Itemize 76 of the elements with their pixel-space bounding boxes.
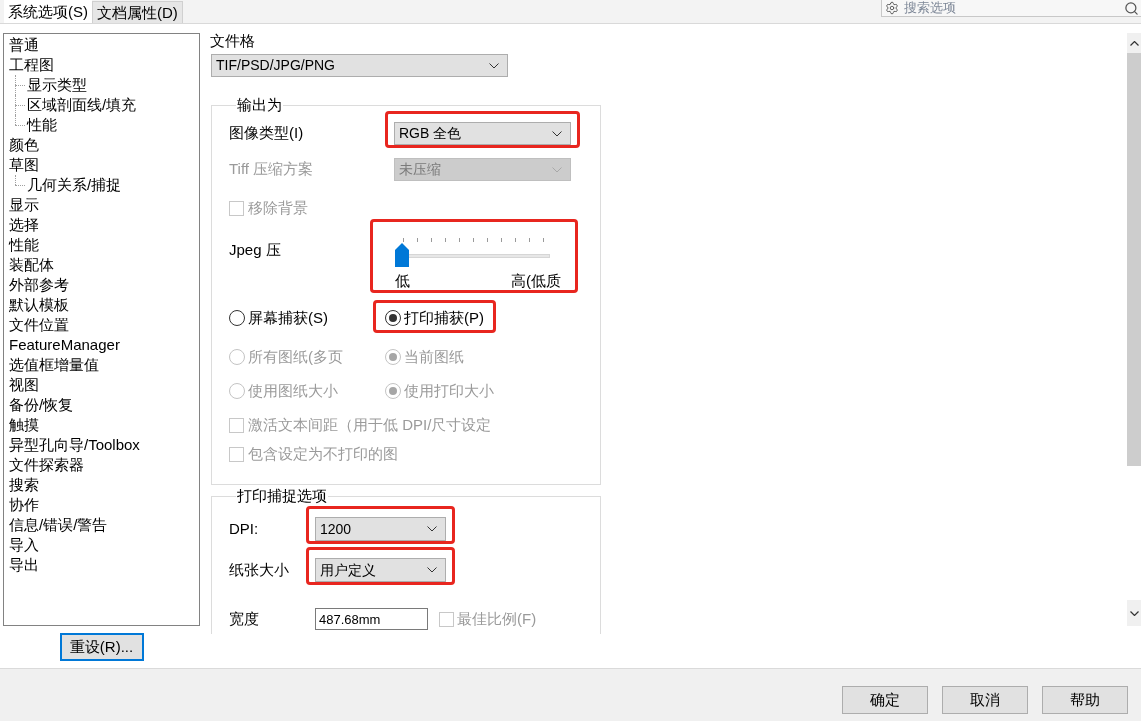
chevron-down-icon — [552, 130, 562, 137]
search-field[interactable]: 搜索选项 — [881, 0, 1141, 17]
chevron-down-icon — [489, 62, 499, 69]
tree-item[interactable]: 选择 — [9, 215, 39, 235]
tree-item[interactable]: 显示 — [9, 195, 39, 215]
radio-button[interactable] — [229, 310, 245, 326]
scrollbar-thumb[interactable] — [1127, 53, 1141, 466]
field-label: Jpeg 压 — [229, 241, 282, 258]
slider-max-label: 高(低质 — [511, 272, 561, 289]
radio-label: 使用打印大小 — [404, 380, 494, 401]
slider-track[interactable] — [395, 243, 550, 267]
width-input-field[interactable]: 487.68mm — [315, 608, 428, 631]
checkbox-label: 包含设定为不打印的图 — [248, 443, 398, 464]
tree-item[interactable]: 颜色 — [9, 135, 39, 155]
tree-item[interactable]: 外部参考 — [9, 275, 69, 295]
checkbox-label: 最佳比例(F) — [457, 609, 537, 629]
radio-label: 当前图纸 — [404, 346, 464, 367]
group-title: 输出为 — [236, 96, 283, 114]
tree-item[interactable]: 普通 — [9, 35, 39, 55]
dialog-button[interactable]: 确定 — [842, 686, 928, 714]
tree-item[interactable]: 性能 — [9, 235, 39, 255]
tree-item[interactable]: 导出 — [9, 555, 39, 575]
dropdown[interactable]: TIF/PSD/JPG/PNG — [211, 54, 508, 77]
radio-label: 使用图纸大小 — [248, 380, 338, 401]
tree-item[interactable]: 搜索 — [9, 475, 39, 495]
tree-item[interactable]: 文件探索器 — [9, 455, 84, 475]
dialog-button[interactable]: 帮助 — [1042, 686, 1128, 714]
dropdown[interactable]: RGB 全色 — [394, 122, 571, 145]
chevron-down-icon — [1129, 610, 1139, 616]
tree-item[interactable]: 性能 — [27, 115, 57, 135]
tree-item[interactable]: 选值框增量值 — [9, 355, 99, 375]
reset-button[interactable]: 重设(R)... — [59, 633, 144, 661]
field-label: 纸张大小 — [229, 559, 290, 580]
group-title: 打印捕捉选项 — [236, 487, 328, 505]
scroll-up-button[interactable] — [1127, 33, 1141, 53]
tree-item[interactable]: 信息/错误/警告 — [9, 515, 108, 535]
tree-item[interactable]: 显示类型 — [27, 75, 87, 95]
checkbox-label: 移除背景 — [248, 197, 308, 218]
tree-item[interactable]: 触摸 — [9, 415, 39, 435]
radio-label: 屏幕捕获(S) — [248, 307, 328, 328]
tree-item[interactable]: 视图 — [9, 375, 39, 395]
tree-item[interactable]: 几何关系/捕捉 — [27, 175, 122, 195]
slider-thumb[interactable] — [395, 243, 409, 267]
scroll-down-button[interactable] — [1127, 600, 1141, 626]
radio-label: 打印捕获(P) — [404, 307, 484, 328]
chevron-down-icon — [552, 166, 562, 173]
tree-item[interactable]: 文件位置 — [9, 315, 69, 335]
field-label: 图像类型(I) — [229, 123, 305, 144]
settings-icon — [885, 1, 899, 15]
tree-item[interactable]: 协作 — [9, 495, 39, 515]
dropdown[interactable]: 用户定义 — [315, 558, 446, 582]
chevron-down-icon — [427, 567, 437, 573]
chevron-down-icon — [427, 526, 437, 532]
tree-item[interactable]: 异型孔向导/Toolbox — [9, 435, 140, 455]
dialog-button[interactable]: 取消 — [942, 686, 1028, 714]
tab[interactable]: 系统选项(S) — [4, 0, 92, 23]
tree-item[interactable]: 备份/恢复 — [9, 395, 74, 415]
tree-item[interactable]: 装配体 — [9, 255, 54, 275]
radio-label: 所有图纸(多页 — [248, 346, 343, 367]
field-label: 文件格 — [210, 32, 255, 50]
dropdown[interactable]: 1200 — [315, 517, 446, 541]
tree-item[interactable]: 区域剖面线/填充 — [27, 95, 137, 115]
tree-item[interactable]: 导入 — [9, 535, 39, 555]
tab[interactable]: 文档属性(D) — [92, 1, 183, 23]
tree-item[interactable]: 工程图 — [9, 55, 54, 75]
search-icon — [1124, 0, 1139, 16]
tree-item[interactable]: 草图 — [9, 155, 39, 175]
checkbox-label: 激活文本间距（用于低 DPI/尺寸设定 — [248, 414, 492, 435]
field-label: DPI: — [229, 518, 260, 539]
field-label: 宽度 — [229, 609, 260, 629]
radio-button[interactable] — [385, 310, 401, 326]
tree-item[interactable]: FeatureManager — [9, 335, 120, 355]
field-label: Tiff 压缩方案 — [229, 159, 315, 180]
tree-item[interactable]: 默认模板 — [9, 295, 69, 315]
slider-min-label: 低 — [395, 272, 410, 289]
chevron-up-icon — [1129, 40, 1139, 46]
